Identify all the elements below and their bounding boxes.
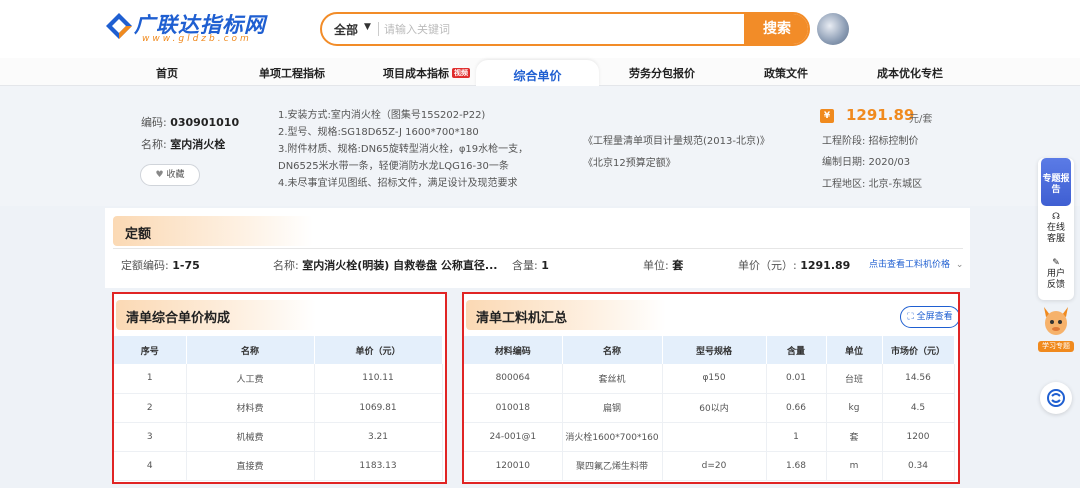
- nav-item-single-project[interactable]: 单项工程指标: [259, 65, 325, 81]
- nav-item-policy[interactable]: 政策文件: [764, 65, 808, 81]
- nav-item-home[interactable]: 首页: [156, 65, 178, 81]
- feedback-button[interactable]: ✎ 用户反馈: [1038, 258, 1074, 291]
- quota-price-field: 单价（元）: 1291.89: [738, 257, 850, 273]
- quota-price: 1291.89: [800, 259, 851, 272]
- nav-item-project-cost[interactable]: 项目成本指标 视频: [383, 65, 470, 81]
- mascot-label: 学习专题: [1038, 341, 1074, 352]
- nav-item-unit-price-label: 综合单价: [513, 69, 562, 83]
- quota-code-field: 定额编码: 1-75: [121, 257, 200, 273]
- divider: [113, 248, 963, 249]
- topic-report-button[interactable]: 专题报告: [1041, 158, 1071, 206]
- item-description: 1.安装方式:室内消火栓（图集号15S202-P22) 2.型号、规格:SG18…: [278, 107, 568, 192]
- highlight-frame-materials: [462, 292, 960, 484]
- item-name: 室内消火栓: [170, 138, 226, 151]
- nav-item-cost-optimization[interactable]: 成本优化专栏: [877, 65, 943, 81]
- heart-icon: ♥: [155, 170, 164, 180]
- norm-reference: 《北京12预算定额》: [583, 158, 676, 169]
- item-name-label: 名称:: [141, 138, 167, 151]
- quota-qty-label: 含量:: [512, 259, 538, 272]
- unit-price-value: 1291.89: [846, 106, 915, 124]
- highlight-frame-composition: [112, 292, 447, 484]
- project-region: 工程地区: 北京-东城区: [822, 179, 923, 190]
- item-info: 编码: 030901010 名称: 室内消火栓 ♥ 收藏 1.安装方式:室内消火…: [0, 86, 1080, 206]
- search-button[interactable]: 搜索: [744, 14, 808, 44]
- quota-title: 定额: [125, 227, 152, 242]
- nav-item-project-cost-label: 项目成本指标: [383, 67, 449, 80]
- headset-icon: ☊: [1052, 212, 1060, 222]
- user-avatar[interactable]: [817, 13, 849, 45]
- description-line: 3.附件材质、规格:DN65旋转型消火栓，φ19水枪一支，DN6525米水带一条…: [278, 144, 529, 172]
- unit-price-unit: 元/套: [909, 114, 933, 125]
- price-tag-icon: ¥: [820, 109, 834, 123]
- norm-reference: 《工程量清单项目计量规范(2013-北京)》: [583, 136, 770, 147]
- compile-date: 编制日期: 2020/03: [822, 157, 911, 168]
- quota-panel: 定额 定额编码: 1-75 名称: 室内消火栓(明装) 自救卷盘 公称直径...…: [105, 208, 970, 288]
- quota-name-label: 名称:: [273, 259, 299, 272]
- pen-icon: ✎: [1052, 258, 1060, 268]
- mascot-study-button[interactable]: 学习专题: [1036, 301, 1076, 353]
- description-line: 1.安装方式:室内消火栓（图集号15S202-P22): [278, 110, 486, 121]
- norm-references: 《工程量清单项目计量规范(2013-北京)》 《北京12预算定额》: [583, 131, 770, 175]
- quota-tab: 定额: [113, 216, 313, 246]
- online-service-label: 在线客服: [1046, 223, 1065, 244]
- refresh-icon: [1047, 389, 1065, 407]
- search-input[interactable]: [384, 19, 734, 39]
- quota-code: 1-75: [172, 259, 200, 272]
- header: 广联达指标网 www.gldzb.com 全部 ▼ 搜索: [0, 0, 1080, 58]
- quota-code-label: 定额编码:: [121, 259, 169, 272]
- nav-item-unit-price[interactable]: 综合单价: [476, 60, 599, 86]
- hot-badge: 视频: [452, 68, 470, 78]
- online-service-button[interactable]: ☊ 在线客服: [1038, 212, 1074, 245]
- quota-qty: 1: [541, 259, 549, 272]
- quota-name-field: 名称: 室内消火栓(明装) 自救卷盘 公称直径...: [273, 257, 497, 273]
- quota-unit-label: 单位:: [643, 259, 669, 272]
- search-bar: 全部 ▼ 搜索: [320, 12, 810, 46]
- favorite-button[interactable]: ♥ 收藏: [140, 164, 200, 186]
- item-code-row: 编码: 030901010: [141, 114, 239, 130]
- favorite-label: 收藏: [166, 170, 185, 180]
- quota-unit-field: 单位: 套: [643, 257, 683, 273]
- nav-item-labor-subcontract[interactable]: 劳务分包报价: [629, 65, 695, 81]
- floating-toolbar: 专题报告 ☊ 在线客服 ✎ 用户反馈: [1038, 158, 1074, 300]
- view-materials-price-label: 点击查看工料机价格: [869, 260, 951, 270]
- search-scope-select[interactable]: 全部: [334, 21, 358, 38]
- item-code: 030901010: [170, 116, 240, 129]
- quota-qty-field: 含量: 1: [512, 257, 549, 273]
- search-divider: [378, 22, 379, 36]
- logo-url: www.gldzb.com: [142, 34, 252, 44]
- logo-mark-icon: [106, 13, 132, 39]
- item-code-label: 编码:: [141, 116, 167, 129]
- quota-name: 室内消火栓(明装) 自救卷盘 公称直径...: [302, 259, 498, 272]
- view-materials-price-link[interactable]: 点击查看工料机价格 ⌄: [869, 257, 963, 270]
- item-name-row: 名称: 室内消火栓: [141, 136, 225, 152]
- site-logo[interactable]: 广联达指标网 www.gldzb.com: [104, 9, 284, 49]
- project-stage: 工程阶段: 招标控制价: [822, 136, 919, 147]
- chevron-down-icon: ⌄: [955, 260, 964, 270]
- refresh-button[interactable]: [1040, 382, 1072, 414]
- feedback-label: 用户反馈: [1046, 269, 1065, 290]
- mascot-icon: [1044, 307, 1068, 335]
- quota-unit: 套: [672, 259, 684, 272]
- caret-down-icon[interactable]: ▼: [364, 22, 371, 32]
- quota-price-label: 单价（元）:: [738, 259, 797, 272]
- description-line: 2.型号、规格:SG18D65Z-J 1600*700*180: [278, 127, 479, 138]
- description-line: 4.未尽事宜详见图纸、招标文件，满足设计及现范要求: [278, 178, 518, 189]
